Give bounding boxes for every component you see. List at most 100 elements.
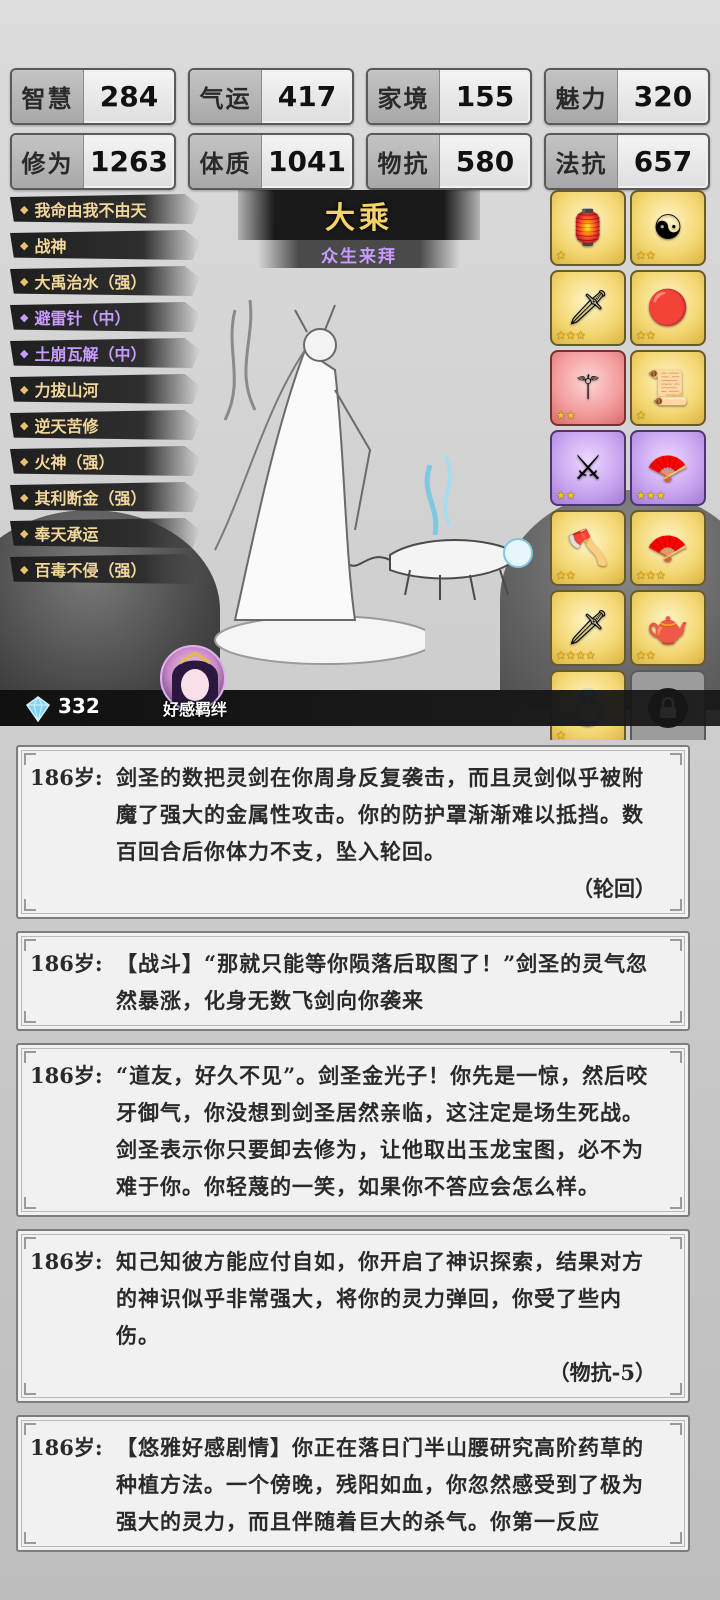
trait-item[interactable]: ◆ 我命由我不由天 xyxy=(10,194,200,224)
star-rating: ★★ xyxy=(556,489,576,502)
trait-item[interactable]: ◆ 土崩瓦解（中） xyxy=(10,338,200,368)
frame-corner xyxy=(24,1383,36,1395)
diamond-icon: ◆ xyxy=(20,274,29,288)
frame-corner xyxy=(24,1011,36,1023)
battle-axe-icon: 🪓 xyxy=(566,528,610,568)
stat-value: 657 xyxy=(633,145,693,178)
trait-label: 土崩瓦解（中） xyxy=(34,345,147,364)
trait-item[interactable]: ◆ 大禹治水（强） xyxy=(10,266,200,296)
lantern-artifact-icon: 🏮 xyxy=(566,208,610,248)
log-entry: 186岁: “道友，好久不见”。剑圣金光子！你先是一惊，然后咬牙御气，你没想到剑… xyxy=(16,1043,690,1217)
stat-cultivation: 修为 1263 xyxy=(10,133,176,190)
character-scene: ◆ 我命由我不由天 ◆ 战神 ◆ 大禹治水（强） ◆ 避雷针（中） ◆ 土崩瓦解（中） ◆… xyxy=(0,190,720,740)
stat-constitution: 体质 1041 xyxy=(188,133,354,190)
frame-corner xyxy=(24,753,36,765)
equipment-slot[interactable]: 🪭 ★★★ xyxy=(630,510,706,586)
stat-label: 体质 xyxy=(190,135,262,188)
trait-label: 逆天苦修 xyxy=(34,417,99,436)
log-age: 186岁: xyxy=(30,1249,103,1274)
life-event-log[interactable]: 186岁: 剑圣的数把灵剑在你周身反复袭击，而且灵剑似乎被附魔了强大的金属性攻击… xyxy=(16,745,690,1564)
frame-corner xyxy=(670,1383,682,1395)
star-rating: ★★★★ xyxy=(556,649,596,662)
trait-label: 战神 xyxy=(34,237,67,256)
frame-corner xyxy=(24,1237,36,1249)
frame-corner xyxy=(24,939,36,951)
frame-corner xyxy=(670,939,682,951)
stat-label: 智慧 xyxy=(12,70,84,123)
stat-label: 气运 xyxy=(190,70,262,123)
diamond-icon: ◆ xyxy=(20,454,29,468)
trait-item[interactable]: ◆ 其利断金（强） xyxy=(10,482,200,512)
log-age: 186岁: xyxy=(30,765,103,790)
trait-item[interactable]: ◆ 百毒不侵（强） xyxy=(10,554,200,584)
frame-corner xyxy=(670,1237,682,1249)
trait-item[interactable]: ◆ 战神 xyxy=(10,230,200,260)
equipment-slot[interactable]: 📜 ★ xyxy=(630,350,706,426)
log-result: （物抗-5） xyxy=(548,1360,656,1385)
trait-item[interactable]: ◆ 火神（强） xyxy=(10,446,200,476)
log-text: 剑圣的数把灵剑在你周身反复袭击，而且灵剑似乎被附魔了强大的金属性攻击。你的防护罩… xyxy=(116,765,644,864)
diamond-icon: ◆ xyxy=(20,418,29,432)
equipment-slot[interactable]: 🗡 ★★★ xyxy=(550,270,626,346)
cultivation-rank-title: 大乘 xyxy=(238,190,480,240)
frame-corner xyxy=(670,1011,682,1023)
diamond-icon: ◆ xyxy=(20,382,29,396)
stat-value: 155 xyxy=(455,80,515,113)
frame-corner xyxy=(670,753,682,765)
frame-corner xyxy=(670,899,682,911)
star-rating: ★★ xyxy=(556,409,576,422)
frame-corner xyxy=(24,1423,36,1435)
trait-item[interactable]: ◆ 逆天苦修 xyxy=(10,410,200,440)
diamond-icon: ◆ xyxy=(20,526,29,540)
trait-label: 百毒不侵（强） xyxy=(34,561,147,580)
diamond-icon: ◆ xyxy=(20,562,29,576)
equipment-slot[interactable]: ⚔ ★★ xyxy=(550,430,626,506)
equipment-slot[interactable]: 🔴 ★★ xyxy=(630,270,706,346)
equipment-slot[interactable]: 🗡 ★★★★ xyxy=(550,590,626,666)
flame-sword-icon: ⚔ xyxy=(572,448,604,488)
resource-bar: 332 xyxy=(0,690,720,726)
serpent-staff-icon: ⚚ xyxy=(572,368,604,408)
trait-list[interactable]: ◆ 我命由我不由天 ◆ 战神 ◆ 大禹治水（强） ◆ 避雷针（中） ◆ 土崩瓦解（中） ◆… xyxy=(10,194,200,590)
equipment-slot[interactable]: ⚚ ★★ xyxy=(550,350,626,426)
star-rating: ★★ xyxy=(636,249,656,262)
equipment-slot[interactable]: ☯ ★★ xyxy=(630,190,706,266)
trait-label: 避雷针（中） xyxy=(34,309,131,328)
star-rating: ★★★ xyxy=(556,329,586,342)
log-entry: 186岁: 【悠雅好感剧情】你正在落日门半山腰研究高阶药草的种植方法。一个傍晚，… xyxy=(16,1415,690,1552)
stat-label: 物抗 xyxy=(368,135,440,188)
log-text: 【战斗】“那就只能等你陨落后取图了！”剑圣的灵气忽然暴涨，化身无数飞剑向你袭来 xyxy=(116,951,649,1013)
equipment-slot[interactable]: 🪓 ★★ xyxy=(550,510,626,586)
trait-item[interactable]: ◆ 避雷针（中） xyxy=(10,302,200,332)
crystal-count: 332 xyxy=(58,694,100,718)
stat-label: 修为 xyxy=(12,135,84,188)
frame-corner xyxy=(24,1051,36,1063)
equipment-slot[interactable]: 🏮 ★ xyxy=(550,190,626,266)
scroll-icon: 📜 xyxy=(646,368,690,408)
log-age: 186岁: xyxy=(30,1063,103,1088)
star-rating: ★ xyxy=(556,729,566,740)
trait-label: 其利断金（强） xyxy=(34,489,147,508)
trait-label: 奉天承运 xyxy=(34,525,99,544)
star-rating: ★★ xyxy=(636,329,656,342)
trait-item[interactable]: ◆ 奉天承运 xyxy=(10,518,200,548)
frame-corner xyxy=(24,899,36,911)
stat-value: 320 xyxy=(633,80,693,113)
log-text: “道友，好久不见”。剑圣金光子！你先是一惊，然后咬牙御气，你没想到剑圣居然亲临，… xyxy=(116,1063,649,1199)
trait-item[interactable]: ◆ 力拔山河 xyxy=(10,374,200,404)
companion-bond-label[interactable]: 好感羁绊 xyxy=(150,696,240,720)
frame-corner xyxy=(670,1197,682,1209)
trait-label: 我命由我不由天 xyxy=(34,201,147,220)
jade-sword-icon: 🗡 xyxy=(566,608,610,648)
log-text: 知己知彼方能应付自如，你开启了神识探索，结果对方的神识似乎非常强大，将你的灵力弹… xyxy=(116,1249,644,1348)
equipment-slot[interactable]: 🫖 ★★ xyxy=(630,590,706,666)
trait-label: 大禹治水（强） xyxy=(34,273,147,292)
equipment-slot[interactable]: 🪭 ★★★ xyxy=(630,430,706,506)
star-rating: ★★★ xyxy=(636,569,666,582)
stat-label: 魅力 xyxy=(546,70,618,123)
stat-value: 1041 xyxy=(268,145,346,178)
star-rating: ★ xyxy=(556,249,566,262)
log-entry: 186岁: 剑圣的数把灵剑在你周身反复袭击，而且灵剑似乎被附魔了强大的金属性攻击… xyxy=(16,745,690,919)
log-age: 186岁: xyxy=(30,1435,103,1460)
frame-corner xyxy=(24,1197,36,1209)
